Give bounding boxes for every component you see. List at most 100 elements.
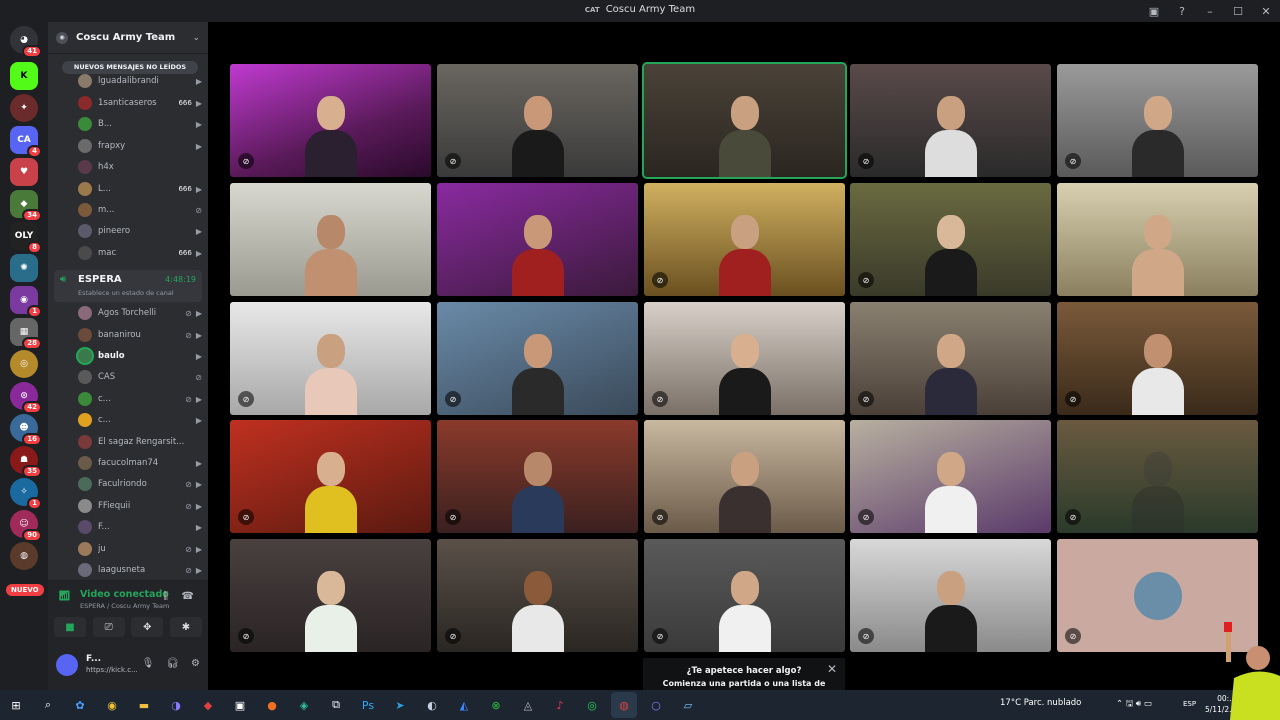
voice-member[interactable]: c... ▶: [78, 411, 202, 429]
app-icon[interactable]: ○: [643, 692, 669, 718]
voice-member[interactable]: FFiequii ⊘ ▶: [78, 497, 202, 515]
folder-icon[interactable]: ▬: [131, 692, 157, 718]
video-tile[interactable]: ⊘: [850, 539, 1051, 652]
server-icon[interactable]: ◆ 34: [10, 190, 42, 222]
voice-member[interactable]: m... ⊘: [78, 201, 202, 219]
headphones-icon[interactable]: 🎧︎: [166, 658, 179, 669]
app-icon[interactable]: ●: [259, 692, 285, 718]
server-icon[interactable]: ✦: [10, 94, 38, 122]
channel-status[interactable]: Establece un estado de canal: [78, 289, 174, 297]
voice-member[interactable]: ju ⊘ ▶: [78, 540, 202, 558]
video-tile[interactable]: ⊘: [437, 420, 638, 533]
telegram-icon[interactable]: ➤: [387, 692, 413, 718]
app-icon[interactable]: ◑: [163, 692, 189, 718]
close-button[interactable]: ✕: [1252, 5, 1280, 18]
video-tile[interactable]: ⊘: [644, 539, 845, 652]
spotify-icon[interactable]: ◎: [579, 692, 605, 718]
voice-member[interactable]: baulo ▶: [78, 347, 202, 365]
voice-member[interactable]: F... ▶: [78, 518, 202, 536]
server-icon-oly[interactable]: OLY 8: [10, 222, 42, 254]
video-tile[interactable]: [437, 183, 638, 296]
server-header[interactable]: ◉ Coscu Army Team ⌄: [48, 22, 208, 54]
app-icon[interactable]: ◭: [451, 692, 477, 718]
server-icon-kick[interactable]: K: [10, 62, 38, 90]
voice-member[interactable]: facucolman74 ▶: [78, 454, 202, 472]
capcut-icon[interactable]: ⧉: [323, 692, 349, 718]
video-tile[interactable]: ⊘: [437, 64, 638, 177]
video-tile[interactable]: ⊘: [850, 183, 1051, 296]
video-tile[interactable]: ⊘: [230, 302, 431, 415]
voice-member[interactable]: frapxy ▶: [78, 137, 202, 155]
server-icon[interactable]: ☗ 35: [10, 446, 42, 478]
activities-button[interactable]: ✥: [131, 617, 164, 637]
chevron-down-icon[interactable]: ⌄: [192, 33, 200, 43]
soundboard-button[interactable]: ✱: [169, 617, 202, 637]
direct-messages-icon[interactable]: ◕ 41: [10, 26, 42, 58]
microphone-icon[interactable]: 🎙︎: [142, 658, 155, 669]
video-tile[interactable]: ⊘: [230, 420, 431, 533]
video-tile[interactable]: ⊘: [230, 64, 431, 177]
app-icon[interactable]: ◬: [515, 692, 541, 718]
copilot-icon[interactable]: ✿: [67, 692, 93, 718]
signal-icon[interactable]: 📶︎: [58, 591, 71, 602]
server-icon[interactable]: ♥: [10, 158, 38, 186]
voice-member[interactable]: h4x: [78, 158, 202, 176]
server-icon[interactable]: ◉ 1: [10, 286, 42, 318]
voice-member[interactable]: lguadalibrandi ▶: [78, 72, 202, 90]
voice-member[interactable]: bananirou ⊘ ▶: [78, 326, 202, 344]
app-icon[interactable]: ◆: [195, 692, 221, 718]
tiktok-icon[interactable]: ♪: [547, 692, 573, 718]
weather-widget[interactable]: 17°C Parc. nublado: [1000, 698, 1081, 708]
chrome-icon[interactable]: ◉: [99, 692, 125, 718]
disconnect-icon[interactable]: ☎: [182, 591, 194, 602]
minimize-button[interactable]: –: [1196, 5, 1224, 18]
new-badge[interactable]: NUEVO: [6, 584, 44, 596]
voice-member[interactable]: B... ▶: [78, 115, 202, 133]
server-icon[interactable]: ◍: [10, 542, 38, 570]
video-tile[interactable]: ⊘: [230, 539, 431, 652]
server-icon[interactable]: ▦ 28: [10, 318, 42, 350]
server-icon[interactable]: ◎: [10, 350, 38, 378]
avatar[interactable]: [56, 654, 78, 676]
video-tile[interactable]: ⊘: [1057, 420, 1258, 533]
video-tile[interactable]: ⊘: [1057, 64, 1258, 177]
voice-member[interactable]: CAS ⊘: [78, 368, 202, 386]
video-tile[interactable]: ⊘: [644, 183, 845, 296]
voice-member[interactable]: Agos Torchelli ⊘ ▶: [78, 304, 202, 322]
video-tile[interactable]: ⊘: [850, 64, 1051, 177]
voice-member[interactable]: El sagaz Rengarsit...: [78, 433, 202, 451]
voice-member[interactable]: laagusneta ⊘ ▶: [78, 561, 202, 579]
search-icon[interactable]: ⌕: [35, 692, 61, 718]
voice-member[interactable]: 1santicaseros 666 ▶: [78, 94, 202, 112]
video-tile[interactable]: [642, 62, 847, 179]
video-tile[interactable]: ⊘: [850, 420, 1051, 533]
app-icon[interactable]: ▱: [675, 692, 701, 718]
server-icon-cat[interactable]: CA 4: [10, 126, 42, 158]
video-tile[interactable]: ⊘: [437, 302, 638, 415]
activity-toast[interactable]: ¿Te apetece hacer algo? Comienza una par…: [643, 658, 845, 690]
voice-member[interactable]: pineero ▶: [78, 222, 202, 240]
gear-icon[interactable]: ⚙: [191, 658, 200, 669]
maximize-button[interactable]: ☐: [1224, 5, 1252, 18]
inbox-icon[interactable]: ▣: [1140, 5, 1168, 18]
voice-member[interactable]: L... 666 ▶: [78, 180, 202, 198]
video-tile[interactable]: [1057, 183, 1258, 296]
xbox-icon[interactable]: ⊗: [483, 692, 509, 718]
server-icon[interactable]: ☻ 16: [10, 414, 42, 446]
language-indicator[interactable]: ESP: [1183, 700, 1196, 708]
system-tray-icons[interactable]: ⌃ 🖫︎ 🔊︎ ▭: [1116, 698, 1152, 712]
video-tile[interactable]: ⊘: [1057, 302, 1258, 415]
server-icon[interactable]: ⊙ 42: [10, 382, 42, 414]
video-tile[interactable]: [230, 183, 431, 296]
voice-member[interactable]: Faculriondo ⊘ ▶: [78, 475, 202, 493]
video-tile[interactable]: ⊘: [437, 539, 638, 652]
voice-member[interactable]: mac 666 ▶: [78, 244, 202, 262]
server-icon[interactable]: ✺: [10, 254, 38, 282]
video-tile[interactable]: ⊘: [644, 302, 845, 415]
epic-games-icon[interactable]: ▣: [227, 692, 253, 718]
noise-suppression-icon[interactable]: ⫼: [163, 591, 168, 602]
camera-button[interactable]: ■: [54, 617, 86, 637]
steam-icon[interactable]: ◐: [419, 692, 445, 718]
close-icon[interactable]: ✕: [827, 662, 837, 676]
server-icon[interactable]: ☺ 90: [10, 510, 42, 542]
